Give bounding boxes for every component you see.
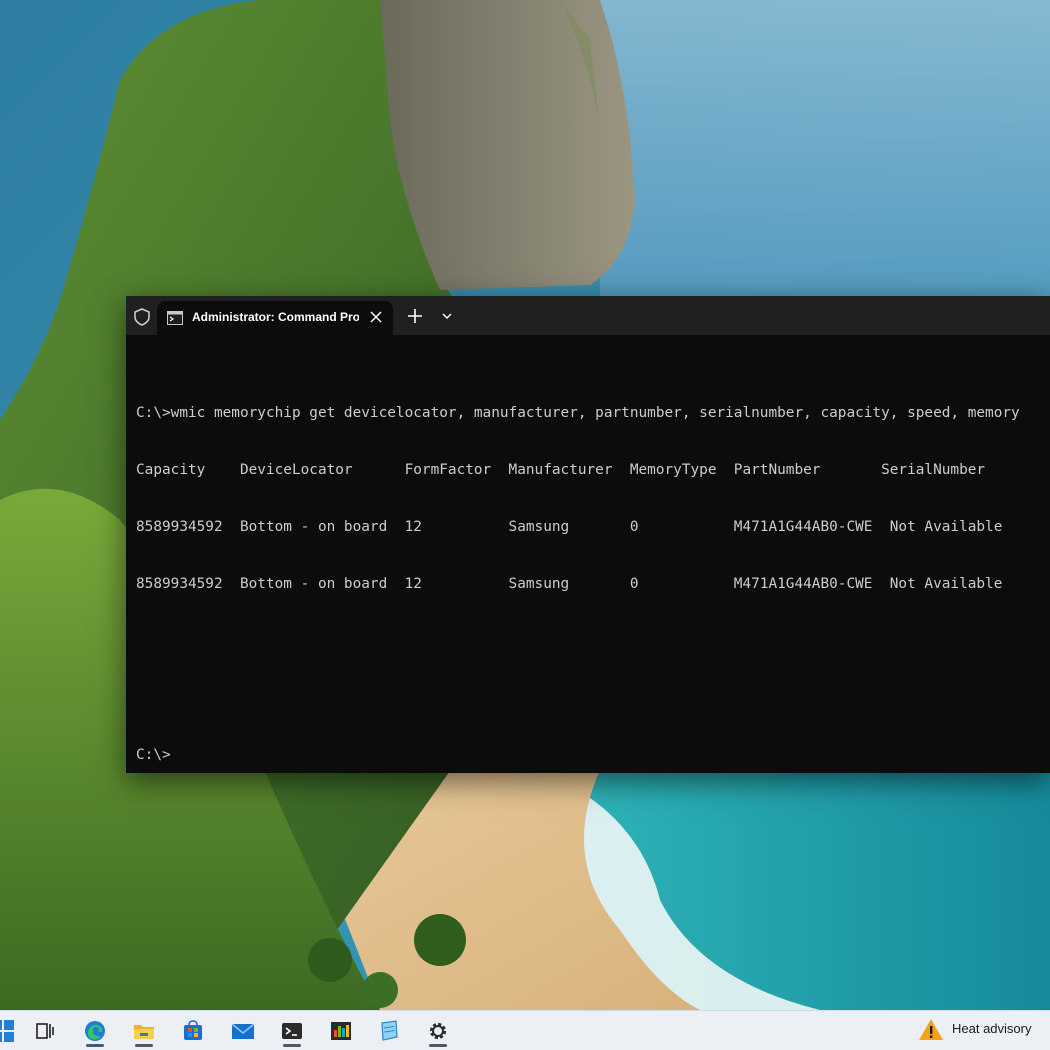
console-line: C:\>wmic memorychip get devicelocator, m…	[136, 405, 1020, 421]
cmd-icon	[167, 311, 183, 325]
console-output[interactable]: C:\>wmic memorychip get devicelocator, m…	[136, 366, 1050, 803]
console-line: 8589934592 Bottom - on board 12 Samsung …	[136, 519, 1003, 535]
console-line: 8589934592 Bottom - on board 12 Samsung …	[136, 576, 1003, 592]
title-bar[interactable]: Administrator: Command Prompt	[126, 296, 1050, 335]
active-indicator	[283, 1044, 301, 1047]
microsoft-store-button[interactable]	[176, 1015, 210, 1047]
mail-button[interactable]	[225, 1015, 259, 1047]
edge-icon	[85, 1021, 105, 1041]
console-line: Capacity DeviceLocator FormFactor Manufa…	[136, 462, 986, 478]
warning-icon[interactable]	[918, 1018, 944, 1042]
chevron-down-icon[interactable]	[441, 312, 453, 320]
start-button[interactable]	[0, 1015, 20, 1047]
edge-button[interactable]	[78, 1015, 112, 1047]
mail-icon	[231, 1023, 255, 1039]
notepad-icon	[381, 1020, 398, 1041]
task-view-icon	[36, 1023, 54, 1039]
file-explorer-button[interactable]	[127, 1015, 161, 1047]
close-icon[interactable]	[365, 306, 387, 328]
shield-icon	[134, 308, 150, 326]
taskmanager-icon	[331, 1022, 351, 1040]
tab-command-prompt[interactable]: Administrator: Command Prompt	[157, 301, 393, 335]
microsoft-store-icon	[184, 1020, 202, 1040]
command-prompt-window[interactable]: Administrator: Command Prompt C:\>wmic m…	[126, 296, 1050, 773]
taskbar	[0, 1010, 1050, 1050]
active-indicator	[86, 1044, 104, 1047]
plus-icon[interactable]	[407, 308, 423, 324]
windows-logo-icon	[0, 1020, 14, 1042]
active-indicator	[135, 1044, 153, 1047]
active-indicator	[429, 1044, 447, 1047]
weather-label[interactable]: Heat advisory	[952, 1021, 1031, 1036]
terminal-icon	[282, 1023, 302, 1039]
desktop: Administrator: Command Prompt C:\>wmic m…	[0, 0, 1050, 1050]
settings-button[interactable]	[421, 1015, 455, 1047]
taskmanager-button[interactable]	[324, 1015, 358, 1047]
settings-icon	[429, 1022, 447, 1040]
notepad-button[interactable]	[372, 1015, 406, 1047]
file-explorer-icon	[134, 1025, 154, 1039]
terminal-button[interactable]	[275, 1015, 309, 1047]
tab-title: Administrator: Command Prompt	[192, 310, 359, 324]
task-view-button[interactable]	[27, 1015, 61, 1047]
console-prompt: C:\>	[136, 747, 171, 763]
